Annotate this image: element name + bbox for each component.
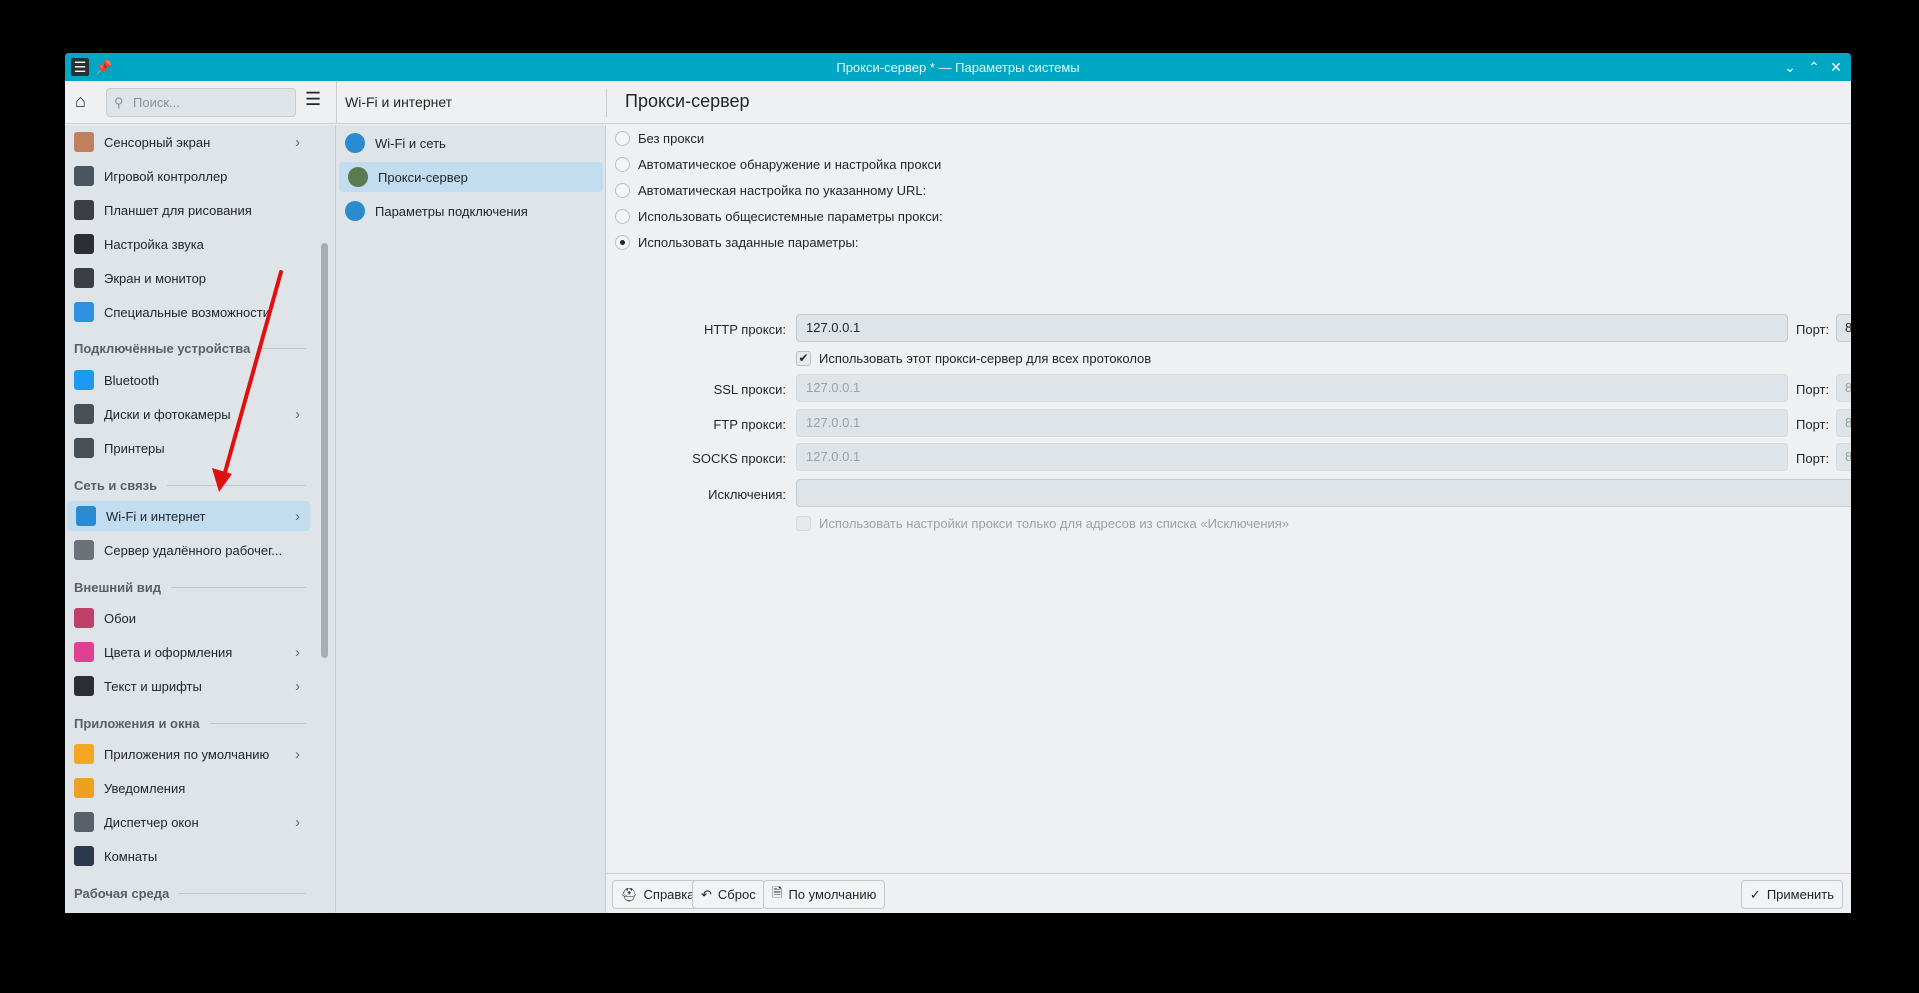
red-arrow-annotation: [212, 270, 283, 492]
